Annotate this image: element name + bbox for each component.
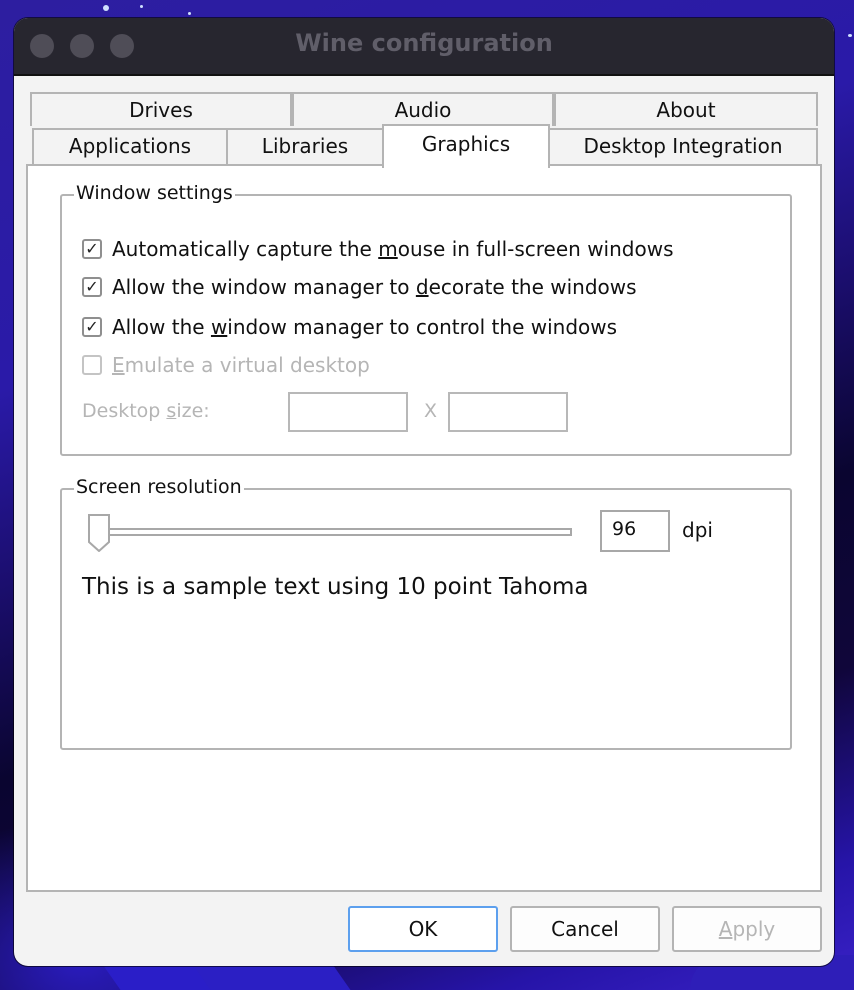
background-star bbox=[188, 12, 191, 15]
background-star bbox=[848, 34, 852, 37]
virtual-desktop-option: Emulate a virtual desktop bbox=[82, 352, 370, 378]
tab-graphics[interactable]: Graphics bbox=[382, 124, 550, 168]
tab-desktop-integration[interactable]: Desktop Integration bbox=[548, 128, 818, 166]
control-windows-checkbox[interactable]: ✓ bbox=[82, 317, 102, 337]
desktop-size-separator: X bbox=[424, 400, 438, 422]
font-sample-text: This is a sample text using 10 point Tah… bbox=[82, 574, 589, 600]
dpi-slider-track[interactable] bbox=[98, 528, 572, 536]
decorate-windows-label: Allow the window manager to decorate the… bbox=[112, 275, 637, 299]
tab-label: About bbox=[656, 98, 716, 122]
wine-config-window: Wine configuration Drives Audio About Ap… bbox=[14, 18, 834, 966]
checkmark-icon: ✓ bbox=[85, 239, 99, 258]
apply-button-label: Apply bbox=[718, 917, 776, 941]
capture-mouse-label: Automatically capture the mouse in full-… bbox=[112, 237, 674, 261]
tab-label: Applications bbox=[68, 134, 192, 158]
tab-label: Desktop Integration bbox=[583, 134, 783, 158]
tab-libraries[interactable]: Libraries bbox=[226, 128, 384, 166]
virtual-desktop-checkbox bbox=[82, 355, 102, 375]
checkmark-icon: ✓ bbox=[85, 317, 99, 336]
graphics-tab-panel: Window settings ✓ Automatically capture … bbox=[26, 164, 822, 892]
tab-about[interactable]: About bbox=[554, 92, 818, 126]
dpi-unit-label: dpi bbox=[682, 518, 713, 542]
dpi-input[interactable]: 96 bbox=[600, 510, 670, 552]
tab-applications[interactable]: Applications bbox=[32, 128, 228, 166]
tab-label: Drives bbox=[129, 98, 193, 122]
control-windows-label: Allow the window manager to control the … bbox=[112, 315, 618, 339]
tab-label: Graphics bbox=[421, 132, 511, 156]
tab-drives[interactable]: Drives bbox=[30, 92, 292, 126]
window-title: Wine configuration bbox=[295, 29, 553, 57]
screen-resolution-group: Screen resolution 96 dpi This is a sampl… bbox=[60, 476, 792, 750]
cancel-button[interactable]: Cancel bbox=[510, 906, 660, 952]
desktop-width-input bbox=[288, 392, 408, 432]
ok-button[interactable]: OK bbox=[348, 906, 498, 952]
tab-audio[interactable]: Audio bbox=[292, 92, 554, 126]
capture-mouse-checkbox[interactable]: ✓ bbox=[82, 239, 102, 259]
decorate-windows-option[interactable]: ✓ Allow the window manager to decorate t… bbox=[82, 274, 637, 300]
ok-button-label: OK bbox=[408, 917, 438, 941]
window-settings-label: Window settings bbox=[74, 182, 235, 204]
desktop-height-input bbox=[448, 392, 568, 432]
desktop-size-label: Desktop size: bbox=[82, 400, 210, 422]
apply-button: Apply bbox=[672, 906, 822, 952]
virtual-desktop-label: Emulate a virtual desktop bbox=[112, 353, 370, 377]
window-settings-group: Window settings ✓ Automatically capture … bbox=[60, 182, 792, 456]
cancel-button-label: Cancel bbox=[551, 917, 619, 941]
control-windows-option[interactable]: ✓ Allow the window manager to control th… bbox=[82, 314, 617, 340]
title-bar: Wine configuration bbox=[14, 18, 834, 76]
tab-label: Libraries bbox=[261, 134, 349, 158]
decorate-windows-checkbox[interactable]: ✓ bbox=[82, 277, 102, 297]
dpi-slider-thumb[interactable] bbox=[88, 514, 110, 552]
background-star bbox=[103, 5, 109, 11]
checkmark-icon: ✓ bbox=[85, 277, 99, 296]
capture-mouse-option[interactable]: ✓ Automatically capture the mouse in ful… bbox=[82, 236, 674, 262]
background-star bbox=[140, 5, 143, 8]
tab-label: Audio bbox=[394, 98, 452, 122]
screen-resolution-label: Screen resolution bbox=[74, 476, 244, 498]
